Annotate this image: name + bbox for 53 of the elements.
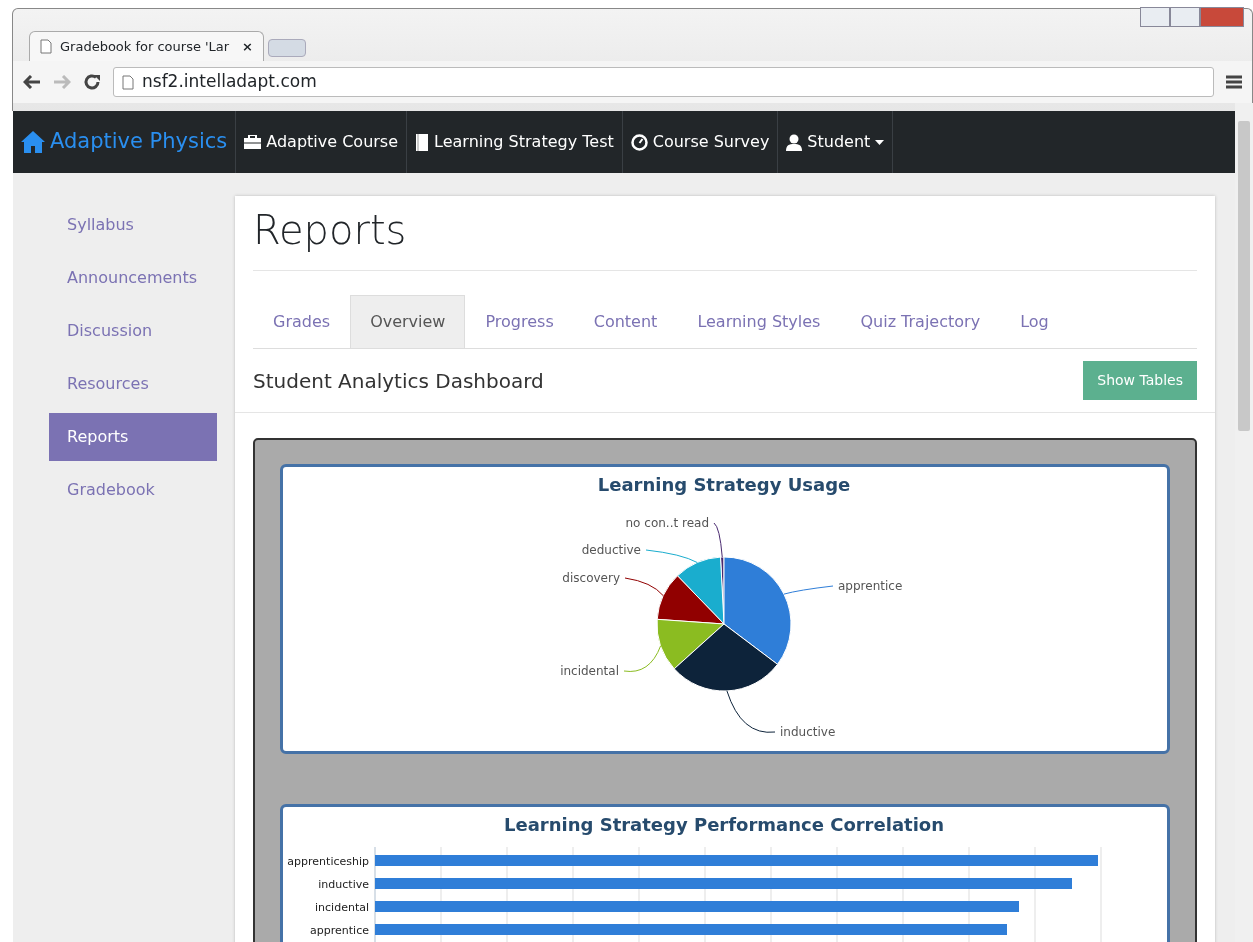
report-tab[interactable]: Overview (350, 295, 466, 348)
report-tab[interactable]: Content (573, 295, 678, 348)
slice-label: deductive (581, 543, 641, 557)
home-icon (21, 131, 45, 153)
report-tab[interactable]: Progress (465, 295, 574, 348)
briefcase-icon (244, 135, 262, 149)
leader-line (645, 549, 698, 564)
address-bar[interactable]: nsf2.intelladapt.com (113, 67, 1214, 97)
sidebar-item[interactable]: Reports (49, 413, 217, 461)
leader-line (783, 585, 834, 595)
leader-line (713, 522, 723, 558)
category-label: apprentice (310, 924, 369, 937)
show-tables-button[interactable]: Show Tables (1083, 361, 1197, 400)
page-title: Reports (253, 196, 1197, 271)
scrollbar-thumb[interactable] (1238, 121, 1250, 431)
forward-icon[interactable] (53, 75, 71, 89)
slice-label: apprentice (838, 579, 903, 593)
close-tab-button[interactable]: × (242, 36, 253, 57)
maximize-button[interactable] (1170, 7, 1200, 27)
browser-tab[interactable]: Gradebook for course 'Lar × (29, 31, 264, 61)
category-label: incidental (315, 901, 369, 914)
slice-label: no con..t read (625, 516, 709, 530)
tab-title: Gradebook for course 'Lar (60, 37, 230, 56)
sidebar-item[interactable]: Resources (49, 360, 217, 408)
page-icon (122, 74, 134, 90)
sidebar-item[interactable]: Announcements (49, 254, 217, 302)
user-icon (786, 133, 803, 151)
new-tab-button[interactable] (268, 39, 306, 57)
book-icon (415, 133, 430, 151)
sidebar-item[interactable]: Gradebook (49, 466, 217, 514)
menu-icon[interactable] (1226, 75, 1242, 89)
report-tab[interactable]: Grades (253, 295, 351, 348)
gauge-icon (630, 133, 648, 151)
reload-icon[interactable] (83, 73, 101, 91)
chart-title: Learning Strategy Usage (597, 474, 851, 495)
sidebar-item[interactable]: Discussion (49, 307, 217, 355)
report-tab[interactable]: Quiz Trajectory (840, 295, 1001, 348)
page-icon (40, 39, 52, 54)
category-label: apprenticeship (287, 855, 369, 868)
leader-line (726, 690, 776, 733)
category-label: inductive (318, 878, 369, 891)
leader-line (623, 645, 662, 672)
report-tab[interactable]: Learning Styles (677, 295, 841, 348)
report-tab[interactable]: Log (1000, 295, 1069, 348)
slice-label: incidental (560, 664, 619, 678)
slice-label: inductive (780, 725, 836, 739)
back-icon[interactable] (23, 75, 41, 89)
chart-title: Learning Strategy Performance Correlation (504, 814, 944, 835)
leader-line (624, 577, 664, 597)
minimize-button[interactable] (1140, 7, 1170, 27)
dashboard-title: Student Analytics Dashboard (253, 367, 544, 395)
slice-label: discovery (562, 571, 620, 585)
sidebar-item[interactable]: Syllabus (49, 201, 217, 249)
